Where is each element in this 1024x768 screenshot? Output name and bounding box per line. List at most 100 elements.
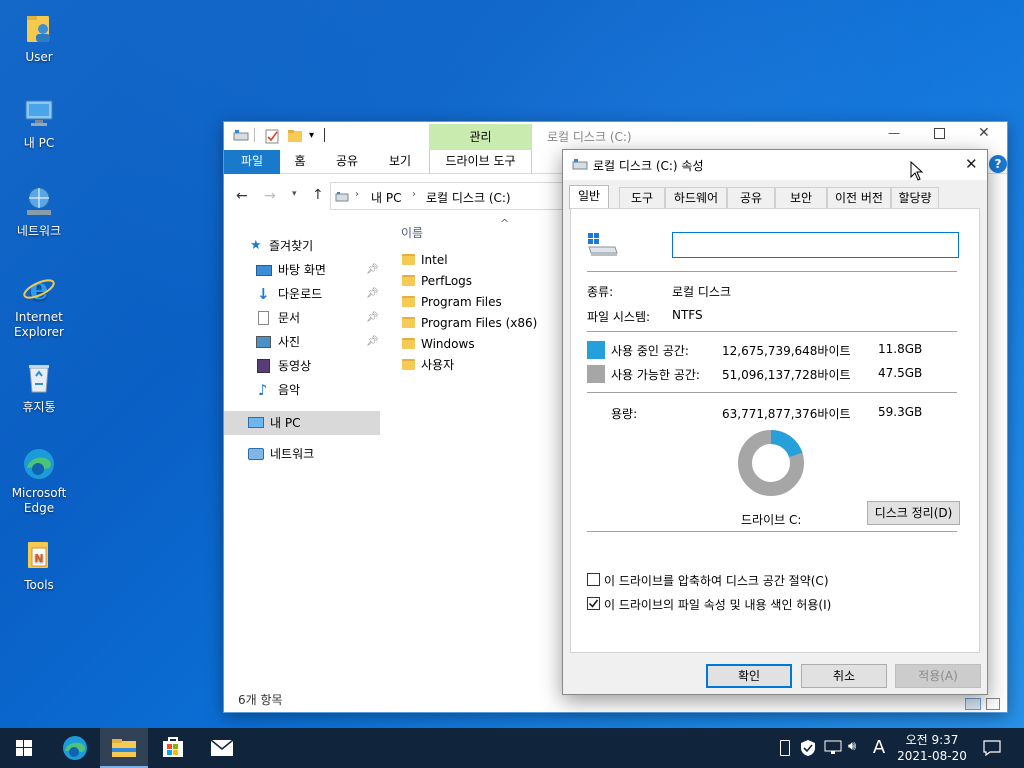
nav-network[interactable]: 네트워크 [224, 442, 380, 466]
nav-documents[interactable]: 문서 📌︎ [224, 306, 380, 330]
used-space-bytes: 12,675,739,648바이트 [722, 344, 851, 358]
tab-share[interactable]: 공유 [328, 150, 366, 174]
new-folder-quick-icon[interactable] [288, 129, 302, 146]
recent-locations-chevron-icon[interactable]: ▾ [292, 189, 297, 199]
index-drive-checkbox[interactable] [587, 597, 600, 610]
taskbar-store-button[interactable] [149, 728, 197, 768]
tab-drive-tools[interactable]: 드라이브 도구 [429, 150, 532, 174]
list-item[interactable]: Program Files (x86) [402, 313, 537, 334]
nav-desktop[interactable]: 바탕 화면 📌︎ [224, 258, 380, 282]
network-status-icon[interactable] [824, 740, 842, 759]
up-arrow-icon[interactable]: ↑ [312, 187, 324, 203]
music-note-icon: ♪ [258, 381, 268, 399]
desktop-icon-recycle-bin[interactable]: 휴지통 [1, 360, 77, 415]
desktop-icon-tools[interactable]: N Tools [1, 538, 77, 593]
index-drive-label: 이 드라이브의 파일 속성 및 내용 색인 허용(I) [604, 598, 832, 612]
clock-time[interactable]: 오전 9:37 [896, 731, 968, 748]
clock-date[interactable]: 2021-08-20 [896, 749, 968, 763]
maximize-button[interactable] [934, 128, 945, 139]
start-button[interactable] [0, 728, 48, 768]
free-space-swatch [587, 365, 605, 383]
tab-security[interactable]: 보안 [775, 187, 827, 209]
list-item[interactable]: 사용자 [402, 355, 454, 376]
desktop-icon-edge[interactable]: Microsoft Edge [1, 446, 77, 516]
nav-music[interactable]: ♪ 음악 [224, 378, 380, 402]
desktop-icon-network[interactable]: 네트워크 [1, 184, 77, 239]
disk-cleanup-button[interactable]: 디스크 정리(D) [867, 501, 960, 525]
back-arrow-icon[interactable]: ← [236, 188, 248, 204]
forward-arrow-icon[interactable]: → [264, 188, 276, 204]
ok-button[interactable]: 확인 [706, 664, 792, 688]
desktop-icon-label: User [25, 50, 53, 64]
computer-icon [248, 417, 264, 428]
compress-drive-checkbox[interactable] [587, 573, 600, 586]
window-title: 로컬 디스크 (C:) [547, 130, 632, 144]
tab-general[interactable]: 일반 [569, 185, 609, 209]
tab-previous-versions[interactable]: 이전 버전 [827, 187, 891, 209]
desktop-icon-user[interactable]: User [1, 10, 77, 65]
tab-file[interactable]: 파일 [224, 150, 280, 174]
pin-icon[interactable]: 📌︎ [366, 306, 379, 330]
nav-this-pc[interactable]: 내 PC [224, 411, 380, 435]
video-icon [257, 359, 270, 373]
tab-label: 보기 [388, 154, 412, 168]
nav-downloads[interactable]: ↓ 다운로드 📌︎ [224, 282, 380, 306]
apply-button[interactable]: 적용(A) [895, 664, 981, 688]
nav-label: 네트워크 [270, 447, 315, 461]
document-icon [258, 311, 269, 325]
windows-logo-icon [16, 740, 32, 756]
tab-view[interactable]: 보기 [380, 150, 420, 174]
sort-ascending-icon: ^ [500, 217, 510, 230]
tab-label: 공유 [335, 154, 359, 168]
desktop-icon-this-pc[interactable]: 내 PC [1, 96, 77, 151]
drive-label-input[interactable] [672, 232, 959, 258]
security-shield-icon[interactable] [800, 739, 816, 760]
address-bar[interactable]: › 내 PC › 로컬 디스크 (C:) [330, 182, 578, 210]
nav-quick-access[interactable]: ★ 즐겨찾기 [224, 234, 380, 258]
usb-icon[interactable] [780, 740, 790, 756]
tab-label: 일반 [577, 189, 601, 203]
volume-icon[interactable]: 🔊︎ [848, 739, 856, 754]
nav-pictures[interactable]: 사진 📌︎ [224, 330, 380, 354]
customize-quick-access-icon[interactable]: ▾ [309, 130, 314, 141]
button-label: 디스크 정리(D) [874, 506, 953, 520]
type-value: 로컬 디스크 [672, 285, 732, 299]
column-header-name[interactable]: 이름 [401, 224, 423, 241]
breadcrumb-local-disk[interactable]: 로컬 디스크 (C:) [426, 189, 511, 206]
details-view-icon[interactable] [965, 698, 981, 710]
properties-quick-icon[interactable] [265, 128, 279, 147]
tab-home[interactable]: 홈 [286, 150, 314, 174]
edge-icon [21, 446, 57, 482]
used-space-swatch [587, 341, 605, 359]
tab-hardware[interactable]: 하드웨어 [665, 187, 727, 209]
tab-tools[interactable]: 도구 [619, 187, 665, 209]
close-button[interactable]: ✕ [978, 125, 990, 141]
list-item[interactable]: Program Files [402, 292, 502, 313]
pin-icon[interactable]: 📌︎ [366, 258, 379, 282]
cancel-button[interactable]: 취소 [801, 664, 887, 688]
minimize-button[interactable]: — [884, 126, 904, 140]
file-name: Intel [421, 253, 448, 267]
general-tab-panel: 종류: 로컬 디스크 파일 시스템: NTFS 사용 중인 공간: 12,675… [570, 208, 980, 653]
ime-indicator[interactable]: A [872, 737, 886, 758]
taskbar-mail-button[interactable] [198, 728, 246, 768]
taskbar-file-explorer-button[interactable] [100, 728, 148, 768]
close-button[interactable]: ✕ [965, 155, 978, 173]
list-item[interactable]: PerfLogs [402, 271, 472, 292]
tab-quota[interactable]: 할당량 [891, 187, 939, 209]
list-item[interactable]: Windows [402, 334, 475, 355]
pin-icon[interactable]: 📌︎ [366, 330, 379, 354]
taskbar-edge-button[interactable] [51, 728, 99, 768]
nav-label: 다운로드 [278, 287, 323, 301]
list-item[interactable]: Intel [402, 250, 448, 271]
help-icon[interactable]: ? [989, 155, 1007, 173]
drive-icon [335, 191, 349, 205]
large-icons-view-icon[interactable] [986, 698, 1000, 710]
desktop-icon-internet-explorer[interactable]: e Internet Explorer [1, 270, 77, 340]
explorer-title-bar[interactable]: ▾ 관리 로컬 디스크 (C:) — ✕ [224, 122, 1007, 150]
pin-icon[interactable]: 📌︎ [366, 282, 379, 306]
tab-sharing[interactable]: 공유 [727, 187, 775, 209]
breadcrumb-this-pc[interactable]: 내 PC [371, 189, 401, 206]
nav-videos[interactable]: 동영상 [224, 354, 380, 378]
notifications-icon[interactable] [983, 740, 1001, 759]
